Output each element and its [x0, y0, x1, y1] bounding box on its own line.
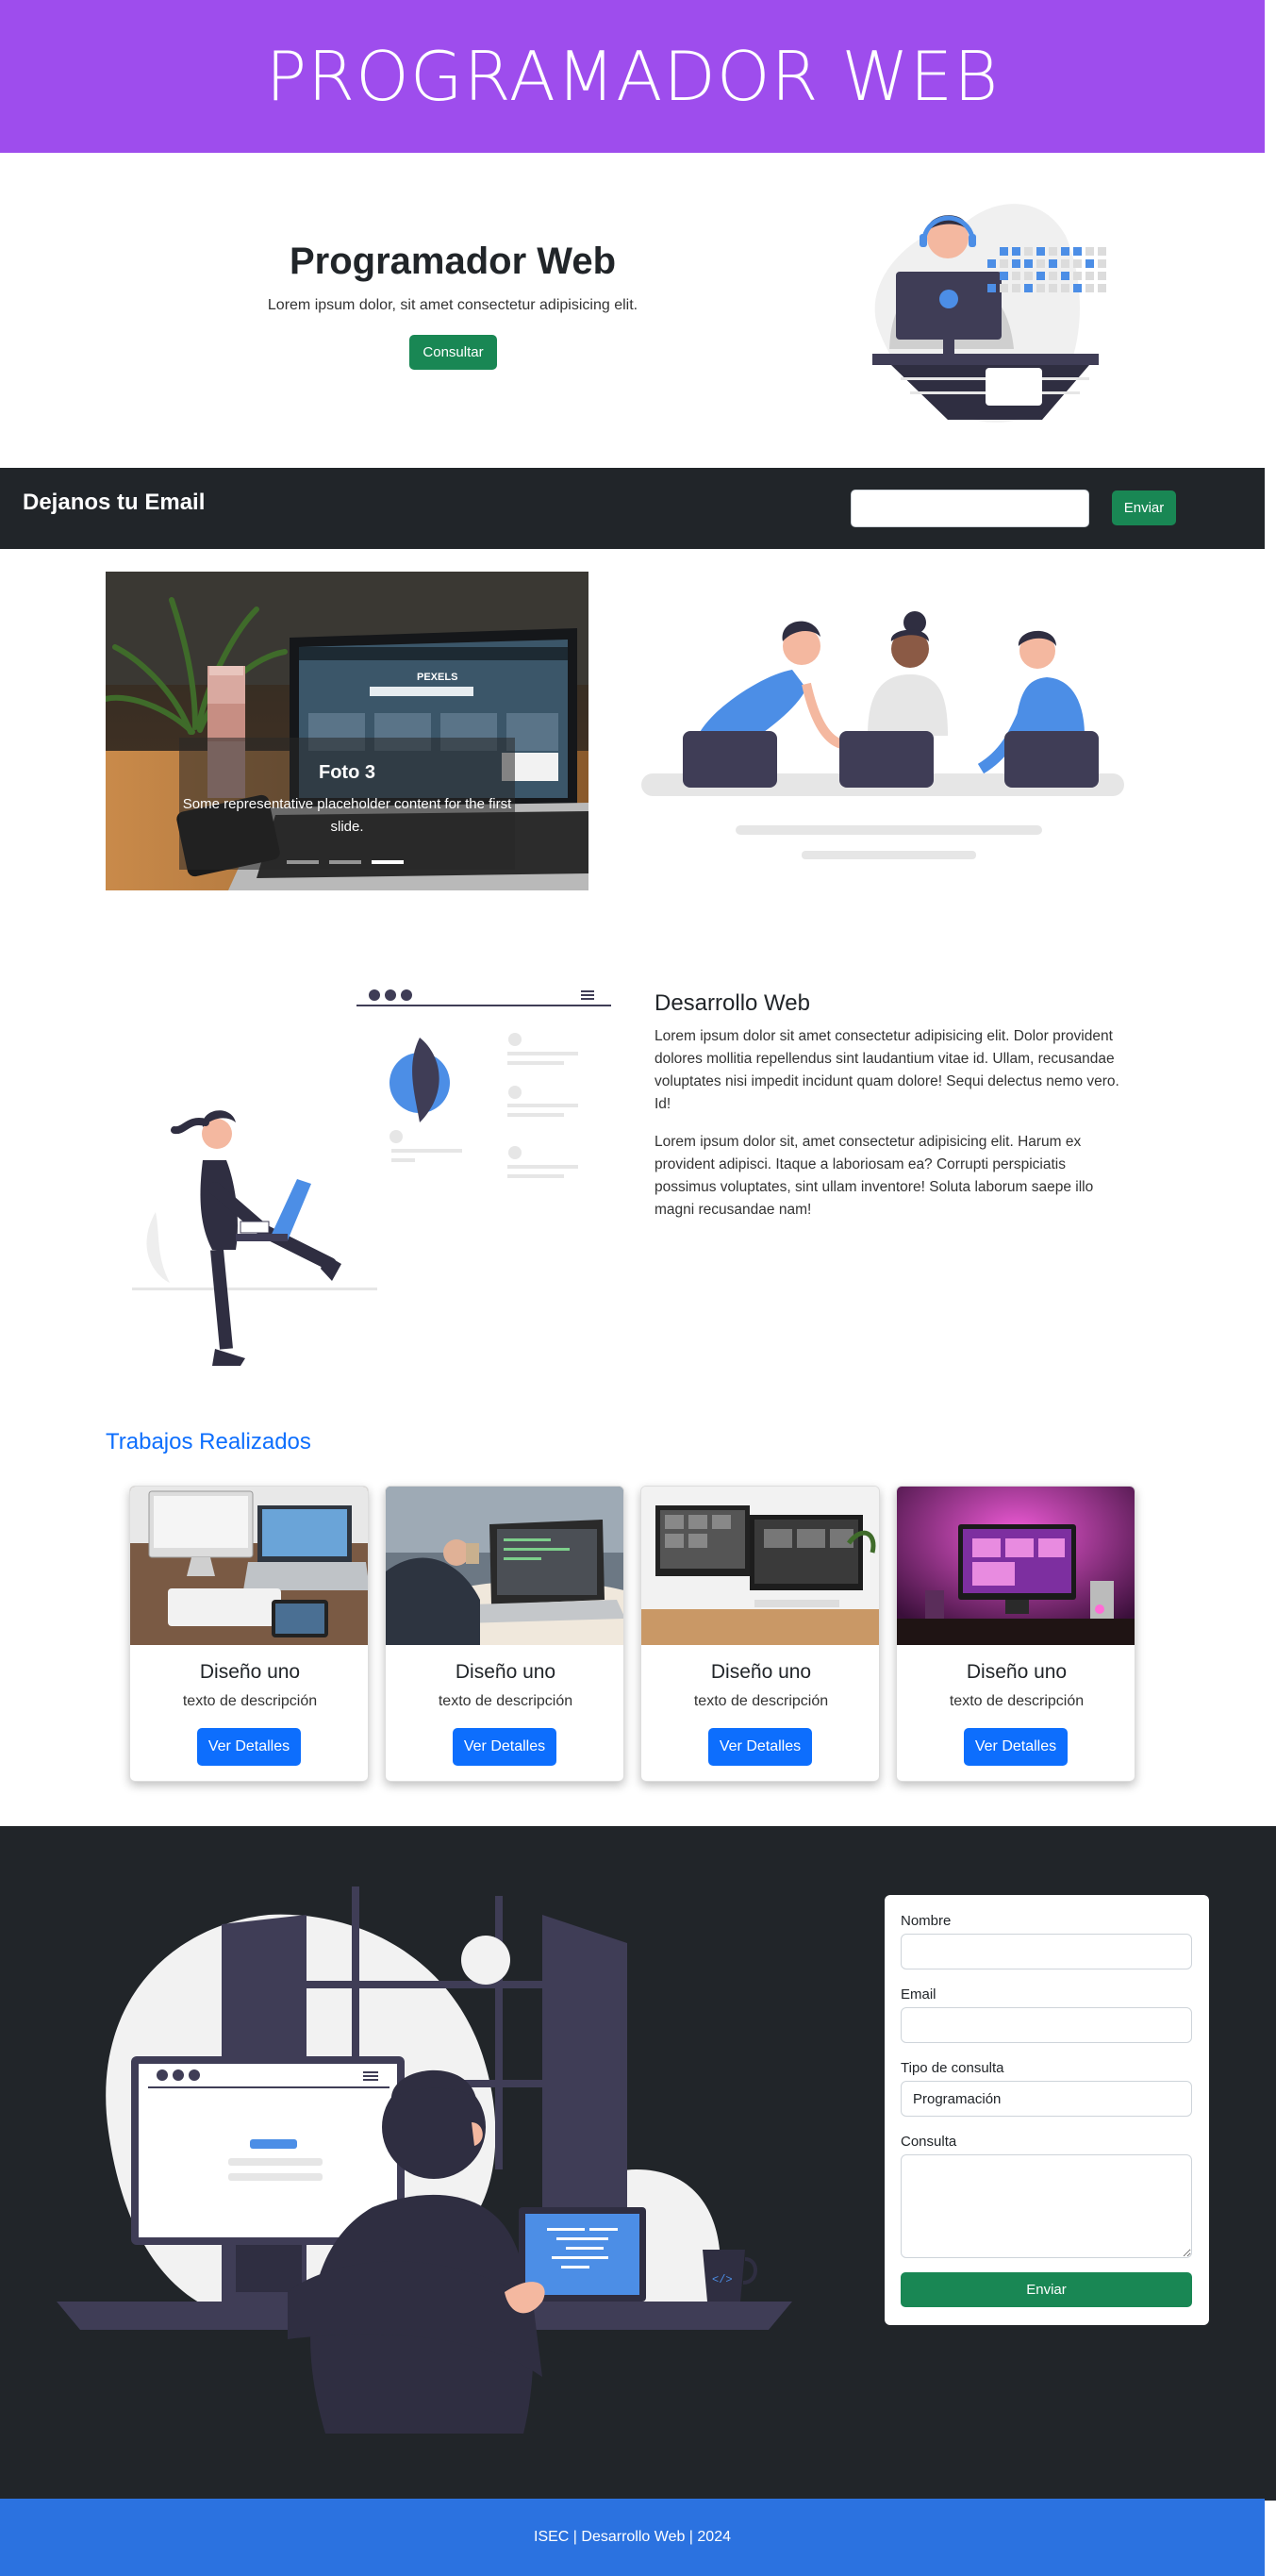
view-details-button[interactable]: Ver Detalles [964, 1728, 1068, 1766]
consult-type-select[interactable]: Programación [901, 2081, 1192, 2117]
works-title: Trabajos Realizados [106, 1429, 311, 1454]
work-card: Diseño uno texto de descripción Ver Deta… [896, 1486, 1135, 1782]
work-card-description: texto de descripción [182, 1693, 318, 1709]
work-card: Diseño uno texto de descripción Ver Deta… [385, 1486, 624, 1782]
newsletter-email-input[interactable] [851, 490, 1089, 527]
view-details-button[interactable]: Ver Detalles [708, 1728, 812, 1766]
email-field[interactable] [901, 2007, 1192, 2043]
work-card-title: Diseño uno [966, 1661, 1068, 1683]
work-card-image [641, 1487, 879, 1645]
message-label: Consulta [901, 2134, 957, 2150]
work-card-image [897, 1487, 1135, 1645]
about-title: Desarrollo Web [655, 990, 810, 1016]
view-details-button[interactable]: Ver Detalles [453, 1728, 556, 1766]
programmer-headset-illustration [872, 204, 1106, 423]
work-card-title: Diseño uno [455, 1661, 556, 1683]
contact-form: Nombre Email Tipo de consulta Programaci… [885, 1895, 1209, 2325]
carousel-caption-text: Some representative placeholder content … [182, 796, 512, 835]
consultar-button[interactable]: Consultar [409, 335, 497, 370]
hero-subtitle: Lorem ipsum dolor, sit amet consectetur … [267, 297, 638, 313]
site-footer: ISEC | Desarrollo Web | 2024 [0, 2499, 1265, 2576]
message-textarea[interactable] [901, 2154, 1192, 2258]
work-card-title: Diseño uno [710, 1661, 812, 1683]
newsletter-label: Dejanos tu Email [23, 490, 206, 515]
work-card-title: Diseño uno [199, 1661, 301, 1683]
consult-type-selected: Programación [913, 2090, 1002, 2107]
developer-desk-illustration: </> [57, 1886, 792, 2434]
carousel-indicator-3[interactable] [372, 860, 404, 864]
work-card-description: texto de descripción [693, 1693, 829, 1709]
woman-laptop-illustration [132, 989, 611, 1366]
hero-title: Programador Web [290, 241, 616, 282]
site-header: PROGRAMADOR WEB [0, 0, 1265, 153]
work-card: Diseño uno texto de descripción Ver Deta… [129, 1486, 369, 1782]
carousel-caption-title: Foto 3 [319, 762, 375, 783]
work-card-image [130, 1487, 368, 1645]
newsletter-submit-button[interactable]: Enviar [1112, 490, 1176, 525]
name-label: Nombre [901, 1913, 952, 1929]
about-paragraph-2: Lorem ipsum dolor sit, amet consectetur … [655, 1134, 1094, 1218]
team-meeting-illustration [641, 611, 1124, 859]
work-card-image [386, 1487, 623, 1656]
footer-text: ISEC | Desarrollo Web | 2024 [534, 2529, 731, 2545]
contact-submit-button[interactable]: Enviar [901, 2272, 1192, 2307]
work-card-description: texto de descripción [438, 1693, 573, 1709]
site-title: PROGRAMADOR WEB [265, 37, 1000, 116]
name-field[interactable] [901, 1934, 1192, 1969]
carousel-indicator-1[interactable] [287, 860, 319, 864]
screen-brand-text: PEXELS [417, 672, 457, 683]
carousel-indicator-2[interactable] [329, 860, 361, 864]
email-label: Email [901, 1986, 936, 2003]
page: PROGRAMADOR WEB Programador Web Lorem ip… [0, 0, 1276, 2576]
consult-type-label: Tipo de consulta [901, 2060, 1004, 2076]
view-details-button[interactable]: Ver Detalles [197, 1728, 301, 1766]
mug-code-glyph: </> [712, 2273, 733, 2286]
work-card-description: texto de descripción [949, 1693, 1085, 1709]
about-paragraph-1: Lorem ipsum dolor sit amet consectetur a… [655, 1028, 1119, 1112]
work-card: Diseño uno texto de descripción Ver Deta… [640, 1486, 880, 1782]
